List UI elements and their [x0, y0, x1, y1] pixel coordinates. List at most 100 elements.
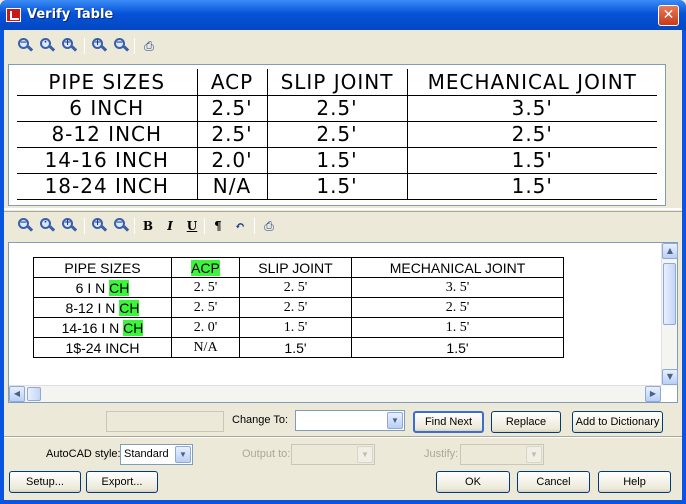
highlighted-word: ACP: [191, 259, 220, 276]
window-title: Verify Table: [27, 7, 114, 22]
table-cell: N/A: [196, 172, 268, 200]
chevron-down-icon: ▼: [357, 446, 373, 463]
zoom-in-icon[interactable]: +: [62, 218, 78, 232]
vertical-scroll-thumb[interactable]: [663, 263, 676, 325]
cancel-button[interactable]: Cancel: [517, 471, 590, 493]
table-cell[interactable]: 2. 5': [239, 277, 352, 298]
table-cell[interactable]: 14-16 I N CH: [33, 317, 172, 338]
table-row: 6 I N CH 2. 5' 2. 5' 3. 5': [33, 277, 564, 298]
find-next-button[interactable]: Find Next: [413, 411, 484, 433]
table-cell[interactable]: 1$-24 INCH: [33, 337, 172, 358]
scroll-right-icon[interactable]: ▶: [645, 386, 661, 402]
cell-text: 6 I N: [75, 279, 110, 296]
table-cell[interactable]: 2. 5': [171, 277, 240, 298]
underline-button[interactable]: U: [184, 218, 200, 234]
table-cell[interactable]: 2. 5': [351, 297, 564, 318]
scroll-up-icon[interactable]: ▲: [662, 243, 678, 259]
table-cell[interactable]: 1.5': [239, 337, 352, 358]
replace-button[interactable]: Replace: [491, 411, 561, 433]
table-cell[interactable]: 2. 5': [171, 297, 240, 318]
paragraph-icon[interactable]: ¶: [210, 218, 226, 234]
table-cell: 1.5': [266, 146, 408, 174]
table-cell: 1.5': [406, 172, 657, 200]
table-editor[interactable]: PIPE SIZES ACP SLIP JOINT MECHANICAL JOI…: [8, 242, 678, 403]
table-cell: 14-16 INCH: [17, 146, 198, 174]
horizontal-scrollbar[interactable]: ◀ ▶: [9, 385, 661, 402]
table-cell[interactable]: 1. 5': [239, 317, 352, 338]
output-to-label: Output to:: [242, 448, 291, 460]
zoom-in-plus-icon[interactable]: +: [92, 38, 108, 52]
editor-toolbar: − · + + − B I U ¶ ↶ ⎙: [12, 214, 282, 238]
preview-table: PIPE SIZES ACP SLIP JOINT MECHANICAL JOI…: [17, 69, 657, 200]
zoom-extents-icon[interactable]: ·: [40, 218, 56, 232]
chevron-down-icon[interactable]: ▼: [175, 446, 191, 463]
help-button[interactable]: Help: [598, 471, 671, 493]
print-icon[interactable]: ⎙: [260, 217, 278, 235]
autocad-style-select[interactable]: Standard ▼: [120, 444, 193, 465]
table-row: PIPE SIZES ACP SLIP JOINT MECHANICAL JOI…: [33, 257, 564, 278]
table-preview: PIPE SIZES ACP SLIP JOINT MECHANICAL JOI…: [8, 64, 666, 206]
toolbar-separator: [134, 218, 135, 234]
table-cell: 1.5': [266, 172, 408, 200]
header-cell[interactable]: ACP: [171, 257, 240, 278]
zoom-in-plus-icon[interactable]: +: [92, 218, 108, 232]
table-cell: 2.5': [406, 120, 657, 148]
bold-button[interactable]: B: [140, 218, 156, 234]
table-row: 8-12 I N CH 2. 5' 2. 5' 2. 5': [33, 297, 564, 318]
table-cell: 18-24 INCH: [17, 172, 198, 200]
table-row: 1$-24 INCH N/A 1.5' 1.5': [33, 337, 564, 358]
toolbar-separator: [254, 218, 255, 234]
italic-button[interactable]: I: [162, 218, 178, 234]
header-cell[interactable]: MECHANICAL JOINT: [351, 257, 564, 278]
table-cell[interactable]: 1. 5': [351, 317, 564, 338]
zoom-out-icon[interactable]: −: [18, 38, 34, 52]
highlighted-word: CH: [109, 279, 130, 296]
pane-splitter[interactable]: [4, 208, 682, 212]
table-cell[interactable]: N/A: [171, 337, 240, 358]
toolbar-separator: [204, 218, 205, 234]
zoom-out-minus-icon[interactable]: −: [114, 218, 130, 232]
header-cell: PIPE SIZES: [17, 69, 198, 96]
table-cell[interactable]: 3. 5': [351, 277, 564, 298]
table-cell[interactable]: 8-12 I N CH: [33, 297, 172, 318]
table-row: 6 INCH 2.5' 2.5' 3.5': [17, 94, 657, 122]
table-cell[interactable]: 6 I N CH: [33, 277, 172, 298]
table-cell: 2.5': [196, 94, 268, 122]
zoom-out-minus-icon[interactable]: −: [114, 38, 130, 52]
table-cell[interactable]: 2. 0': [171, 317, 240, 338]
autocad-style-label: AutoCAD style:: [46, 448, 121, 460]
table-cell[interactable]: 2. 5': [239, 297, 352, 318]
export-button[interactable]: Export...: [86, 471, 158, 493]
dialog-client: − · + + − ⎙ PIPE SIZES ACP SLIP JOINT ME…: [4, 30, 682, 500]
header-cell[interactable]: PIPE SIZES: [33, 257, 172, 278]
undo-icon[interactable]: ↶: [232, 218, 248, 234]
editor-table: PIPE SIZES ACP SLIP JOINT MECHANICAL JOI…: [33, 257, 564, 358]
close-button[interactable]: ✕: [658, 5, 679, 26]
table-cell: 2.5': [196, 120, 268, 148]
ok-button[interactable]: OK: [436, 471, 510, 493]
highlighted-word: CH: [119, 299, 140, 316]
horizontal-scroll-thumb[interactable]: [27, 387, 41, 401]
print-icon[interactable]: ⎙: [140, 37, 158, 55]
header-cell[interactable]: SLIP JOINT: [239, 257, 352, 278]
app-icon: [6, 8, 21, 22]
scroll-left-icon[interactable]: ◀: [9, 386, 25, 402]
scroll-down-icon[interactable]: ▼: [662, 369, 678, 385]
vertical-scrollbar[interactable]: ▲ ▼: [661, 243, 678, 386]
cell-text: 14-16 I N: [61, 319, 124, 336]
justify-label: Justify:: [424, 448, 459, 460]
header-cell: SLIP JOINT: [266, 69, 408, 96]
title-bar[interactable]: Verify Table ✕: [0, 0, 686, 30]
table-cell[interactable]: 1.5': [351, 337, 564, 358]
output-to-select: ▼: [291, 444, 375, 465]
add-to-dictionary-button[interactable]: Add to Dictionary: [572, 411, 663, 433]
setup-button[interactable]: Setup...: [9, 471, 81, 493]
table-row: 18-24 INCH N/A 1.5' 1.5': [17, 172, 657, 200]
zoom-extents-icon[interactable]: ·: [40, 38, 56, 52]
zoom-out-icon[interactable]: −: [18, 218, 34, 232]
chevron-down-icon[interactable]: ▼: [387, 412, 403, 429]
table-cell: 8-12 INCH: [17, 120, 198, 148]
table-cell: 1.5': [406, 146, 657, 174]
zoom-in-icon[interactable]: +: [62, 38, 78, 52]
change-to-combo[interactable]: ▼: [295, 410, 405, 431]
